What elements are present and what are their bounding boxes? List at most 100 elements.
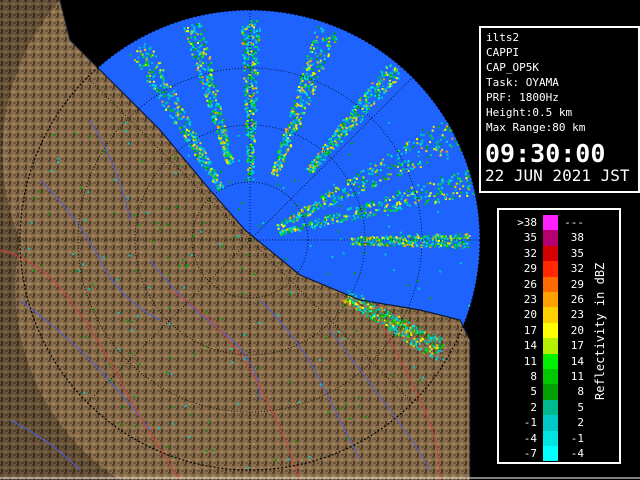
echo-pixel	[52, 134, 55, 136]
echo-pixel	[290, 291, 293, 294]
echo-pixel	[167, 97, 170, 100]
echo-pixel	[322, 146, 325, 148]
echo-pixel	[92, 308, 95, 311]
echo-pixel	[285, 142, 288, 145]
echo-pixel	[432, 237, 435, 240]
echo-pixel	[362, 297, 365, 300]
echo-pixel	[243, 49, 246, 52]
echo-pixel	[373, 87, 376, 89]
echo-pixel	[415, 343, 418, 346]
echo-pixel	[318, 163, 321, 166]
echo-pixel	[207, 75, 210, 78]
echo-pixel	[429, 134, 432, 137]
echo-pixel	[212, 180, 215, 183]
echo-pixel	[293, 113, 296, 116]
echo-pixel	[220, 170, 222, 173]
echo-pixel	[412, 325, 414, 327]
echo-pixel	[296, 129, 298, 132]
echo-pixel	[120, 423, 123, 425]
echo-pixel	[371, 172, 374, 175]
legend-swatch	[543, 430, 558, 446]
echo-pixel	[385, 324, 388, 326]
echo-pixel	[136, 50, 139, 53]
echo-pixel	[312, 78, 315, 81]
echo-pixel	[422, 331, 425, 333]
echo-pixel	[250, 43, 253, 46]
echo-pixel	[391, 205, 394, 208]
echo-pixel	[224, 145, 227, 148]
echo-pixel	[399, 164, 402, 166]
echo-pixel	[279, 231, 282, 234]
echo-pixel	[295, 113, 298, 116]
echo-pixel	[243, 69, 246, 72]
echo-pixel	[386, 173, 389, 176]
echo-pixel	[361, 307, 364, 310]
echo-pixel	[242, 43, 245, 46]
echo-pixel	[298, 120, 301, 123]
echo-pixel	[416, 244, 419, 247]
echo-pixel	[84, 336, 87, 339]
echo-pixel	[250, 102, 253, 105]
echo-pixel	[427, 132, 430, 134]
echo-pixel	[396, 334, 399, 337]
echo-pixel	[371, 82, 374, 85]
echo-pixel	[395, 77, 398, 80]
echo-pixel	[405, 142, 408, 145]
echo-pixel	[192, 49, 195, 51]
echo-pixel	[202, 37, 205, 40]
echo-pixel	[338, 197, 341, 200]
echo-pixel	[385, 235, 388, 238]
echo-pixel	[433, 148, 436, 151]
echo-pixel	[226, 137, 229, 140]
echo-pixel	[419, 162, 422, 165]
echo-pixel	[372, 182, 375, 185]
echo-pixel	[383, 91, 386, 94]
echo-pixel	[223, 142, 226, 145]
echo-pixel	[409, 149, 411, 152]
echo-pixel	[198, 158, 200, 161]
echo-pixel	[313, 161, 315, 164]
echo-pixel	[332, 194, 335, 197]
echo-pixel	[437, 211, 439, 213]
echo-pixel	[308, 205, 311, 208]
echo-pixel	[204, 83, 207, 86]
echo-pixel	[92, 283, 94, 286]
echo-pixel	[207, 105, 210, 108]
echo-pixel	[219, 113, 222, 116]
echo-pixel	[317, 166, 319, 169]
echo-pixel	[200, 147, 203, 150]
echo-pixel	[441, 181, 444, 184]
echo-pixel	[246, 133, 249, 136]
legend-low-value: 5	[530, 385, 537, 399]
echo-pixel	[450, 241, 453, 244]
echo-pixel	[190, 36, 193, 39]
echo-pixel	[354, 181, 357, 184]
echo-pixel	[427, 155, 429, 158]
echo-pixel	[291, 133, 294, 136]
echo-pixel	[393, 76, 396, 79]
echo-pixel	[250, 99, 253, 102]
echo-pixel	[323, 61, 326, 64]
echo-pixel	[253, 50, 255, 52]
echo-pixel	[311, 223, 313, 226]
echo-pixel	[288, 139, 291, 142]
echo-pixel	[216, 184, 219, 187]
echo-pixel	[72, 253, 75, 255]
echo-pixel	[300, 111, 303, 114]
echo-pixel	[368, 172, 370, 175]
echo-pixel	[363, 212, 366, 215]
echo-pixel	[414, 196, 417, 198]
echo-pixel	[369, 305, 372, 308]
echo-pixel	[321, 65, 324, 68]
echo-pixel	[149, 80, 151, 83]
echo-pixel	[319, 195, 322, 198]
echo-pixel	[429, 141, 432, 144]
echo-pixel	[247, 34, 249, 37]
echo-pixel	[365, 98, 368, 101]
echo-pixel	[312, 226, 314, 229]
echo-pixel	[388, 237, 391, 240]
echo-pixel	[374, 242, 377, 245]
echo-pixel	[27, 247, 30, 250]
echo-pixel	[216, 174, 219, 177]
echo-pixel	[383, 164, 386, 167]
